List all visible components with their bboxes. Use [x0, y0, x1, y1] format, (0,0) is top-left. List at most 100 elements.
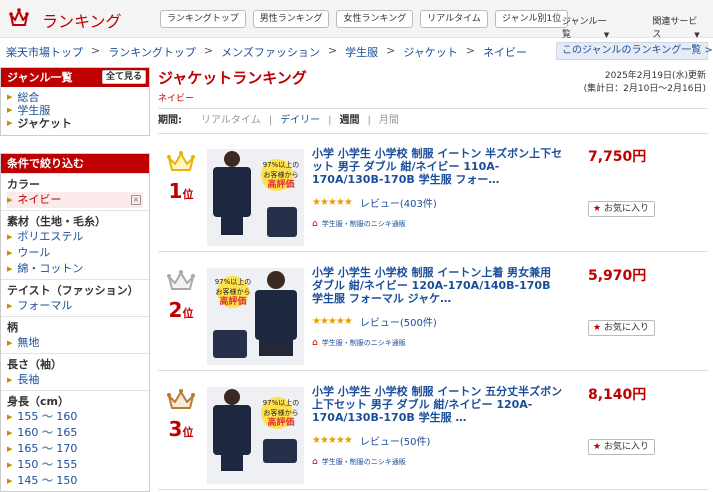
genre-ranking-list-link[interactable]: このジャンルのランキング一覧 >>: [556, 42, 713, 60]
silver-crown-icon: [167, 270, 195, 290]
ranking-item: 1位 97%以上の お客様から 高評価 小学 小学生 小学校 制服 イートン 半…: [158, 137, 708, 252]
product-info: 小学 小学生 小学校 制服 イートン 五分丈半ズボン上下セット 男子 ダブル 紺…: [312, 385, 564, 467]
ranking-logo[interactable]: ランキング: [8, 7, 122, 32]
filter-option-height-150[interactable]: ▶ 150 ～ 155: [7, 457, 143, 473]
genre-item-jacket: ▶ ジャケット: [7, 117, 143, 130]
filter-title: カラー: [7, 178, 40, 191]
shop-link[interactable]: 学生服・制服のニシキ通販: [322, 338, 406, 348]
nav-genre-first[interactable]: ジャンル別1位: [494, 10, 569, 28]
chevron-down-icon: ▼: [603, 31, 610, 39]
genre-list-title: ジャンル一覧: [7, 71, 73, 84]
breadcrumb-mens-fashion[interactable]: メンズファッション: [221, 44, 320, 60]
star-icon: ★: [593, 442, 602, 452]
breadcrumb-rakuten-top[interactable]: 楽天市場トップ: [6, 44, 83, 60]
divider: |: [328, 115, 332, 126]
filter-option-polyester[interactable]: ▶ ポリエステル: [7, 229, 143, 245]
triangle-right-icon: ▶: [7, 119, 13, 127]
top-links: ジャンル一覧 ▼ 関連サービス ▼: [562, 14, 713, 40]
product-title-link[interactable]: 小学 小学生 小学校 制服 イートン上着 男女兼用 ダブル 紺/ネイビー 120…: [312, 266, 551, 305]
breadcrumb: 楽天市場トップ > ランキングトップ > メンズファッション > 学生服 > ジャケット…: [6, 44, 527, 60]
filter-option-navy[interactable]: ▶ ネイビー ×: [7, 192, 143, 208]
breadcrumb-sep: >: [327, 44, 338, 57]
filter-option-height-165[interactable]: ▶ 165 ～ 170: [7, 441, 143, 457]
genre-list-header: ジャンル一覧 全て見る: [1, 68, 149, 87]
breadcrumb-navy[interactable]: ネイビー: [483, 44, 527, 60]
shop-link[interactable]: 学生服・制服のニシキ通販: [322, 457, 406, 467]
nav-ranking-top[interactable]: ランキングトップ: [160, 10, 246, 28]
filter-option-label: 155 ～ 160: [17, 410, 78, 423]
triangle-right-icon: ▶: [7, 461, 13, 469]
favorite-label: お気に入り: [603, 442, 649, 452]
product-image[interactable]: 97%以上の お客様から 高評価: [207, 268, 304, 365]
filter-option-height-160[interactable]: ▶ 160 ～ 165: [7, 425, 143, 441]
tab-monthly[interactable]: 月間: [379, 109, 399, 133]
filter-option-wool[interactable]: ▶ ウール: [7, 245, 143, 261]
price: 7,750円: [588, 149, 647, 165]
filter-option-label: 長袖: [17, 373, 40, 386]
filter-section-material: 素材（生地・毛糸） ▶ ポリエステル ▶ ウール ▶ 綿・コットン: [1, 210, 149, 279]
filter-option-label: フォーマル: [17, 299, 73, 312]
filter-title: 素材（生地・毛糸）: [7, 215, 106, 228]
filter-option-formal[interactable]: ▶ フォーマル: [7, 298, 143, 314]
triangle-right-icon: ▶: [7, 339, 13, 347]
review-link[interactable]: レビュー(500件): [360, 314, 437, 329]
favorite-button[interactable]: ★ お気に入り: [588, 439, 655, 455]
tab-daily[interactable]: デイリー: [280, 109, 320, 133]
shop-icon: ⌂: [312, 338, 318, 348]
genre-item-school-uniform[interactable]: ▶ 学生服: [7, 104, 143, 117]
rank-suffix: 位: [182, 307, 194, 320]
breadcrumb-ranking-top[interactable]: ランキングトップ: [108, 44, 196, 60]
top-bar: ランキング ランキングトップ 男性ランキング 女性ランキング リアルタイム ジャ…: [0, 0, 713, 40]
badge-line: お客様から: [215, 288, 251, 296]
filter-option-label: 150 ～ 155: [17, 458, 78, 471]
review-link[interactable]: レビュー(403件): [360, 195, 437, 210]
breadcrumb-school-uniform[interactable]: 学生服: [345, 44, 378, 60]
nav-women-ranking[interactable]: 女性ランキング: [336, 10, 414, 28]
product-image[interactable]: 97%以上の お客様から 高評価: [207, 149, 304, 246]
product-info: 小学 小学生 小学校 制服 イートン上着 男女兼用 ダブル 紺/ネイビー 120…: [312, 266, 564, 348]
tab-realtime[interactable]: リアルタイム: [201, 109, 261, 133]
badge-highlight: 高評価: [219, 297, 247, 307]
product-title-link[interactable]: 小学 小学生 小学校 制服 イートン 五分丈半ズボン上下セット 男子 ダブル 紺…: [312, 385, 562, 424]
breadcrumb-sep: >: [465, 44, 475, 57]
badge-highlight: 高評価: [267, 418, 295, 428]
breadcrumb-jacket[interactable]: ジャケット: [403, 44, 457, 60]
nav-men-ranking[interactable]: 男性ランキング: [252, 10, 330, 28]
product-image[interactable]: 97%以上の お客様から 高評価: [207, 387, 304, 484]
review-link[interactable]: レビュー(50件): [360, 433, 431, 448]
genre-list-link[interactable]: ジャンル一覧 ▼: [562, 14, 622, 40]
show-all-button[interactable]: 全て見る: [101, 70, 146, 84]
review-badge: 97%以上の お客様から 高評価: [258, 398, 304, 428]
triangle-right-icon: ▶: [7, 302, 13, 310]
nav-realtime[interactable]: リアルタイム: [420, 10, 488, 28]
review-badge: 97%以上の お客様から 高評価: [258, 160, 304, 190]
badge-line: お客様から: [263, 409, 299, 417]
filter-option-label: 無地: [17, 336, 40, 349]
breadcrumb-sep: >: [91, 44, 101, 57]
filter-option-solid[interactable]: ▶ 無地: [7, 335, 143, 351]
favorite-label: お気に入り: [603, 323, 649, 333]
triangle-right-icon: ▶: [7, 93, 13, 101]
update-info: 2025年2月19日(水)更新 (集計日：2月10日～2月16日): [584, 70, 706, 96]
favorite-button[interactable]: ★ お気に入り: [588, 320, 655, 336]
filter-option-cotton[interactable]: ▶ 綿・コットン: [7, 261, 143, 277]
related-services-link[interactable]: 関連サービス ▼: [652, 14, 713, 40]
triangle-right-icon: ▶: [7, 106, 13, 114]
sidebar: ジャンル一覧 全て見る ▶ 総合 ▶ 学生服 ▶ ジャケット 条件で絞り込む カラー …: [0, 67, 150, 492]
filter-option-long-sleeve[interactable]: ▶ 長袖: [7, 372, 143, 388]
filter-title: 身長（cm）: [7, 395, 69, 408]
genre-item-all[interactable]: ▶ 総合: [7, 91, 143, 104]
rank-number: 1位: [165, 180, 197, 206]
close-icon[interactable]: ×: [131, 195, 141, 205]
period-label: 期間:: [158, 115, 182, 126]
filter-option-height-155[interactable]: ▶ 155 ～ 160: [7, 409, 143, 425]
favorite-button[interactable]: ★ お気に入り: [588, 201, 655, 217]
shop-link[interactable]: 学生服・制服のニシキ通販: [322, 219, 406, 229]
product-title-link[interactable]: 小学 小学生 小学校 制服 イートン 半ズボン上下セット 男子 ダブル 紺/ネイ…: [312, 147, 562, 186]
triangle-right-icon: ▶: [7, 196, 13, 204]
filter-title: 長さ（袖）: [7, 358, 62, 371]
filter-section-color: カラー ▶ ネイビー ×: [1, 173, 149, 210]
period-tabs: 期間: リアルタイム | デイリー | 週間 | 月間: [158, 108, 708, 134]
filter-option-height-145[interactable]: ▶ 145 ～ 150: [7, 473, 143, 489]
genre-list: ▶ 総合 ▶ 学生服 ▶ ジャケット: [1, 87, 149, 135]
